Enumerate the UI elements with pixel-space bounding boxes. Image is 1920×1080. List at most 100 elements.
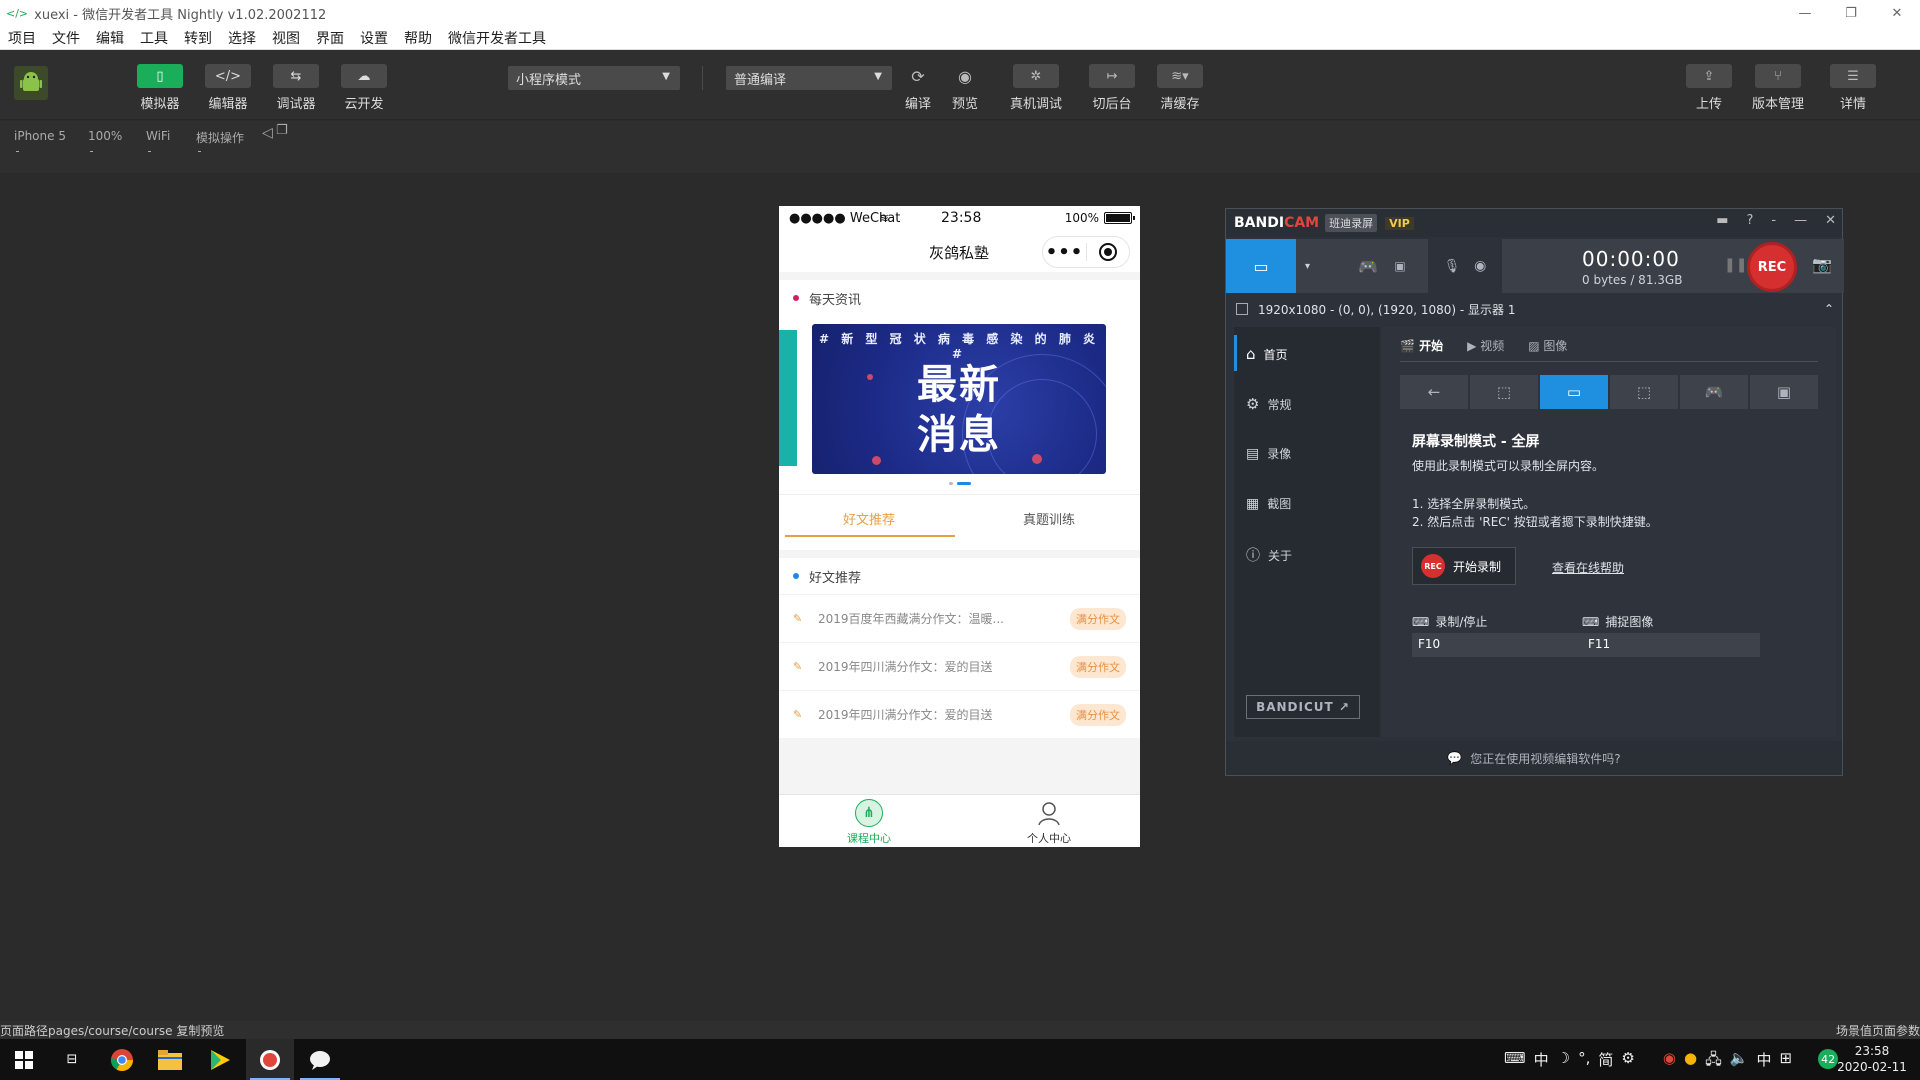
minimize-button[interactable]: — bbox=[1794, 213, 1807, 228]
webcam-icon[interactable]: ◉ bbox=[1474, 258, 1486, 274]
capture-checkbox[interactable] bbox=[1236, 303, 1248, 315]
sidebar-item-about[interactable]: ⓘ 关于 bbox=[1246, 545, 1292, 565]
page-path[interactable]: 页面路径pages/course/course 复制预览 bbox=[0, 1022, 224, 1039]
menu-goto[interactable]: 转到 bbox=[184, 28, 212, 48]
back-arrow-icon[interactable]: ← bbox=[1400, 375, 1468, 409]
background-button[interactable]: ↦ 切后台 bbox=[1089, 64, 1135, 112]
tabbar-course-center[interactable]: ⋔ 课程中心 bbox=[779, 799, 959, 846]
start-button[interactable] bbox=[0, 1039, 48, 1080]
network-select[interactable]: WiFi bbox=[146, 129, 170, 152]
menu-tools[interactable]: 工具 bbox=[140, 28, 168, 48]
close-button[interactable]: ✕ bbox=[1874, 0, 1920, 26]
restore-button[interactable]: ❐ bbox=[1828, 0, 1874, 26]
editor-button[interactable]: </> 编辑器 bbox=[198, 64, 258, 112]
task-view-button[interactable]: ⊟ bbox=[48, 1039, 96, 1080]
menu-file[interactable]: 文件 bbox=[52, 28, 80, 48]
fullscreen-mode-button[interactable]: ▭ ▾ bbox=[1226, 239, 1310, 293]
tab-image[interactable]: ▨ 图像 bbox=[1528, 337, 1567, 354]
fullscreen-icon[interactable]: ▭ bbox=[1540, 375, 1608, 409]
menu-wechat-devtools[interactable]: 微信开发者工具 bbox=[448, 28, 546, 48]
collapse-button[interactable]: - bbox=[1771, 213, 1776, 228]
help-icon[interactable]: ? bbox=[1746, 213, 1753, 228]
compile-select[interactable]: 普通编译 ▼ bbox=[726, 66, 892, 90]
simplified-icon[interactable]: 简 bbox=[1598, 1049, 1613, 1074]
details-button[interactable]: ☰ 详情 bbox=[1830, 64, 1876, 112]
mic-icon[interactable]: 🎙 bbox=[1444, 259, 1461, 274]
pause-icon[interactable]: ❚❚ bbox=[1724, 257, 1747, 273]
upload-button[interactable]: ⇪ 上传 bbox=[1686, 64, 1732, 112]
menu-help[interactable]: 帮助 bbox=[404, 28, 432, 48]
simulator-button[interactable]: ▯ 模拟器 bbox=[130, 64, 190, 112]
recording-tray-icon[interactable]: ◉ bbox=[1663, 1049, 1676, 1074]
online-help-link[interactable]: 查看在线帮助 bbox=[1552, 559, 1624, 576]
moon-icon[interactable]: ☽ bbox=[1557, 1049, 1570, 1074]
version-button[interactable]: ⑂ 版本管理 bbox=[1752, 64, 1804, 112]
sidebar-item-screenshot[interactable]: ▦ 截图 bbox=[1246, 495, 1291, 512]
network-icon[interactable]: 🖧 bbox=[1705, 1049, 1722, 1074]
system-clock[interactable]: 23:58 2020-02-11 bbox=[1836, 1043, 1908, 1075]
punctuation-icon[interactable]: °, bbox=[1578, 1049, 1590, 1074]
preview-button[interactable]: ◉ 预览 bbox=[952, 64, 978, 113]
ime-chinese-icon[interactable]: 中 bbox=[1534, 1049, 1549, 1074]
keyboard-layout-icon[interactable]: ⌨ bbox=[1504, 1049, 1526, 1074]
window-icon[interactable]: ❐ bbox=[276, 123, 288, 138]
hotkey-record-field[interactable]: F10 bbox=[1412, 633, 1590, 657]
bandicam-footer[interactable]: 💬 您正在使用视频编辑软件吗? bbox=[1226, 741, 1842, 775]
around-mouse-icon[interactable]: ⬚ bbox=[1610, 375, 1678, 409]
chrome-taskbar-button[interactable] bbox=[98, 1039, 146, 1080]
region-select-icon[interactable]: ⬚ bbox=[1470, 375, 1538, 409]
grid-icon[interactable]: ⊞ bbox=[1780, 1049, 1793, 1074]
tab-video[interactable]: ▶ 视频 bbox=[1467, 337, 1504, 354]
menu-edit[interactable]: 编辑 bbox=[96, 28, 124, 48]
ime-icon[interactable]: 中 bbox=[1756, 1049, 1771, 1074]
more-dots-icon[interactable]: ••• bbox=[1043, 242, 1086, 263]
tab-practice[interactable]: 真题训练 bbox=[959, 509, 1139, 528]
close-button[interactable]: ✕ bbox=[1825, 213, 1836, 228]
tab-recommend[interactable]: 好文推荐 bbox=[779, 509, 959, 528]
list-item[interactable]: ✎ 2019年四川满分作文：爱的目送 满分作文 bbox=[779, 690, 1140, 738]
minimize-button[interactable]: — bbox=[1782, 0, 1828, 26]
device-select[interactable]: iPhone 5 bbox=[14, 129, 66, 152]
list-item[interactable]: ✎ 2019年四川满分作文：爱的目送 满分作文 bbox=[779, 642, 1140, 690]
capsule-menu[interactable]: ••• bbox=[1042, 236, 1130, 268]
bandicam-taskbar-button[interactable] bbox=[246, 1039, 294, 1080]
hotkey-capture-field[interactable]: F11 bbox=[1582, 633, 1760, 657]
menu-interface[interactable]: 界面 bbox=[316, 28, 344, 48]
sidebar-item-video[interactable]: ▤ 录像 bbox=[1246, 445, 1291, 462]
zoom-select[interactable]: 100% bbox=[88, 129, 122, 152]
menu-view[interactable]: 视图 bbox=[272, 28, 300, 48]
hdmi-mode-button[interactable]: ▣ bbox=[1366, 239, 1434, 293]
app-tray-icon[interactable]: ● bbox=[1684, 1049, 1697, 1074]
banner-prev-slide[interactable] bbox=[779, 330, 797, 466]
folder-icon[interactable]: ▬ bbox=[1716, 213, 1728, 228]
banner-swiper[interactable]: # 新 型 冠 状 病 毒 感 染 的 肺 炎 # 最新 消息 bbox=[779, 316, 1140, 494]
volume-icon[interactable]: ◁ bbox=[262, 125, 273, 141]
device-icon[interactable]: ▣ bbox=[1750, 375, 1818, 409]
settings-icon[interactable]: ⚙ bbox=[1621, 1049, 1634, 1074]
rec-button[interactable]: REC bbox=[1747, 242, 1797, 292]
list-item[interactable]: ✎ 2019百度年西藏满分作文：温暖... 满分作文 bbox=[779, 594, 1140, 642]
menu-settings[interactable]: 设置 bbox=[360, 28, 388, 48]
tab-start[interactable]: 🎬 开始 bbox=[1400, 337, 1443, 354]
start-recording-button[interactable]: REC 开始录制 bbox=[1412, 547, 1516, 585]
remote-debug-button[interactable]: ✲ 真机调试 bbox=[1010, 64, 1062, 112]
cloud-button[interactable]: ☁ 云开发 bbox=[334, 64, 394, 112]
sidebar-item-general[interactable]: ⚙ 常规 bbox=[1246, 395, 1291, 413]
explorer-taskbar-button[interactable] bbox=[146, 1039, 194, 1080]
camera-icon[interactable]: 📷 bbox=[1812, 255, 1832, 274]
chevron-up-icon[interactable]: ⌃ bbox=[1824, 302, 1834, 316]
volume-icon[interactable]: 🔈 bbox=[1730, 1049, 1749, 1074]
debugger-button[interactable]: ⇆ 调试器 bbox=[266, 64, 326, 112]
ops-select[interactable]: 模拟操作 bbox=[196, 129, 244, 152]
game-icon[interactable]: 🎮 bbox=[1680, 375, 1748, 409]
player-taskbar-button[interactable] bbox=[196, 1039, 244, 1080]
scene-params[interactable]: 场景值页面参数 bbox=[1836, 1022, 1920, 1039]
clear-cache-button[interactable]: ≋▾ 清缓存 bbox=[1157, 64, 1203, 112]
banner-card[interactable]: # 新 型 冠 状 病 毒 感 染 的 肺 炎 # 最新 消息 bbox=[812, 324, 1106, 474]
menu-select[interactable]: 选择 bbox=[228, 28, 256, 48]
menu-project[interactable]: 项目 bbox=[8, 28, 36, 48]
tabbar-personal-center[interactable]: 个人中心 bbox=[959, 799, 1139, 846]
sidebar-item-home[interactable]: ⌂ 首页 bbox=[1246, 345, 1288, 363]
avatar[interactable] bbox=[14, 66, 48, 100]
phone-simulator[interactable]: ●●●●● WeChat ≋ 23:58 100% 灰鸽私塾 ••• 每天资讯 … bbox=[779, 206, 1140, 847]
